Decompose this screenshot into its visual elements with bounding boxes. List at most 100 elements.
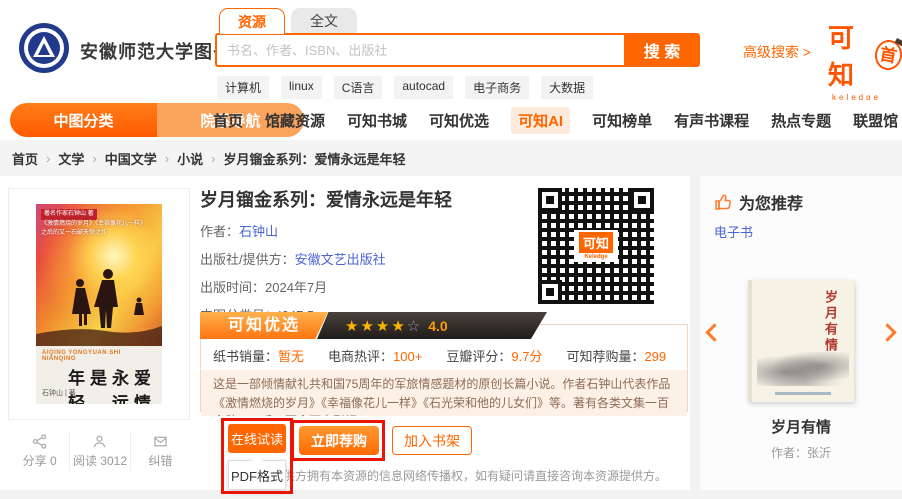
cover-seal-art	[775, 392, 831, 395]
nav-item-collection[interactable]: 馆藏资源	[265, 110, 325, 131]
qr-code: 可知 Keledge	[532, 182, 660, 310]
nav-item-bookstore[interactable]: 可知书城	[347, 110, 407, 131]
nav-item-ranking[interactable]: 可知榜单	[592, 110, 652, 131]
search-block: 资源 全文 搜 索 计算机 linux C语言 autocad 电子商务 大数据	[215, 8, 700, 99]
book-cover-card: 著名作家石钟山 著 《激情燃烧的岁月》《幸福像花儿一样》 之后的又一石破天惊之作…	[8, 188, 190, 420]
copyright-disclaimer: 供方拥有本资源的信息网络传播权，如有疑问请直接咨询本资源提供方。	[283, 467, 683, 484]
recommend-button[interactable]: 立即荐购	[299, 426, 379, 455]
hot-keyword[interactable]: 计算机	[217, 76, 269, 99]
nav-category-button[interactable]: 中图分类	[10, 103, 157, 137]
breadcrumb-literature[interactable]: 文学	[58, 149, 84, 168]
breadcrumb-novel[interactable]: 小说	[177, 149, 203, 168]
cover-tagline: 著名作家石钟山 著 《激情燃烧的岁月》《幸福像花儿一样》 之后的又一石破天惊之作	[41, 209, 157, 238]
stars-filled-icon: ★★★★	[345, 317, 407, 335]
read-online-button[interactable]: 在线试读	[228, 424, 286, 453]
hot-keyword[interactable]: C语言	[334, 76, 383, 99]
book-cover-image[interactable]: 著名作家石钟山 著 《激情燃烧的岁月》《幸福像花儿一样》 之后的又一石破天惊之作…	[36, 204, 162, 404]
nav-item-audiobook[interactable]: 有声书课程	[674, 110, 749, 131]
reader-icon	[92, 434, 107, 449]
error-report-button[interactable]: 纠错	[131, 432, 190, 471]
nav-item-preferred[interactable]: 可知优选	[429, 110, 489, 131]
carousel-next-icon[interactable]	[878, 323, 896, 341]
preferred-banner-label: 可知优选	[200, 312, 328, 339]
stat-label: 豆瓣评分：	[446, 349, 511, 364]
cover-title-line1: 年是永爱	[42, 364, 156, 389]
pubdate-label: 出版时间：	[200, 280, 265, 295]
hot-keyword[interactable]: autocad	[394, 76, 453, 99]
nav-item-home[interactable]: 首页	[213, 110, 243, 131]
publisher-label: 出版社/提供方：	[200, 252, 295, 267]
search-input[interactable]	[215, 33, 624, 67]
add-to-shelf-button[interactable]: 加入书架	[392, 426, 472, 455]
correct-label: 纠错	[148, 452, 172, 469]
breadcrumb-separator: ›	[165, 151, 169, 166]
recommended-cover-title: 岁月有情	[821, 290, 840, 354]
qr-pattern: 可知 Keledge	[538, 188, 654, 304]
nav-items: 首页 馆藏资源 可知书城 可知优选 可知AI 可知榜单 有声书课程 热点专题 联…	[213, 100, 902, 140]
author-label: 作者：	[200, 224, 239, 239]
reads-label: 阅读 3012	[73, 452, 127, 469]
stats-row: 纸书销量：暂无 电商热评：100+ 豆瓣评分：9.7分 可知荐购量：299	[201, 342, 687, 370]
recommend-sidebar: 为您推荐 电子书 岁月有情 岁月有情 作者：张沂	[700, 176, 902, 490]
cover-title-band: AIQING YONGYUAN SHI NIANQING 年是永爱 轻 远情 石…	[36, 346, 162, 404]
header: 安徽师范大学图书馆 资源 全文 搜 索 计算机 linux C语言 autoca…	[0, 0, 902, 100]
search-button[interactable]: 搜 索	[624, 33, 700, 67]
tab-resource[interactable]: 资源	[219, 8, 285, 34]
qr-finder-icon	[630, 188, 654, 212]
cover-silhouette-art	[36, 258, 162, 348]
reads-counter: 阅读 3012	[70, 432, 130, 471]
breadcrumb-current: 岁月镏金系列：爱情永远是年轻	[223, 149, 405, 168]
breadcrumb-separator: ›	[46, 151, 50, 166]
mail-icon	[153, 434, 168, 449]
breadcrumb-separator: ›	[92, 151, 96, 166]
star-rating: ★★★★ ☆ 4.0	[317, 312, 547, 339]
pubdate-value: 2024年7月	[265, 280, 327, 295]
recommended-book-author: 作者：张沂	[700, 444, 902, 461]
keledge-logo[interactable]: 可知 首 keledge	[828, 18, 902, 102]
nav-item-ai[interactable]: 可知AI	[511, 107, 570, 134]
cover-pinyin: AIQING YONGYUAN SHI NIANQING	[42, 350, 156, 362]
qr-finder-icon	[538, 280, 562, 304]
hot-keywords: 计算机 linux C语言 autocad 电子商务 大数据	[217, 76, 700, 99]
rating-score: 4.0	[428, 318, 447, 334]
brand-cap-icon: 首	[873, 38, 902, 72]
cover-landscape-art	[757, 352, 849, 386]
breadcrumb-home[interactable]: 首页	[12, 149, 38, 168]
stat-value: 9.7分	[511, 349, 542, 364]
hot-keyword[interactable]: 电子商务	[465, 76, 529, 99]
recommended-book-title[interactable]: 岁月有情	[700, 416, 902, 437]
author-link[interactable]: 石钟山	[239, 224, 278, 239]
thumbs-up-icon	[714, 193, 732, 211]
sidebar-title: 为您推荐	[714, 190, 803, 214]
recommended-book-cover[interactable]: 岁月有情	[748, 280, 854, 402]
book-description: 这是一部倾情献礼共和国75周年的军旅情感题材的原创长篇小说。作者石钟山代表作品《…	[201, 370, 687, 416]
stat-label: 纸书销量：	[213, 349, 278, 364]
stat-value: 暂无	[278, 349, 304, 364]
share-button[interactable]: 分享 0	[10, 432, 70, 471]
hot-keyword[interactable]: linux	[281, 76, 322, 99]
share-label: 分享 0	[23, 452, 57, 469]
hot-keyword[interactable]: 大数据	[541, 76, 593, 99]
nav-item-alliance[interactable]: 联盟馆	[853, 110, 898, 131]
nav-item-topics[interactable]: 热点专题	[771, 110, 831, 131]
qr-center-logo: 可知 Keledge	[574, 230, 618, 262]
stat-label: 电商热评：	[328, 349, 393, 364]
tab-fulltext[interactable]: 全文	[291, 8, 357, 34]
publisher-link[interactable]: 安徽文艺出版社	[295, 252, 386, 267]
share-icon	[32, 434, 47, 449]
sidebar-ebook-link[interactable]: 电子书	[714, 222, 753, 241]
cover-author: 石钟山 | 著	[42, 388, 76, 398]
breadcrumb-chinese-literature[interactable]: 中国文学	[105, 149, 157, 168]
advanced-search-link[interactable]: 高级搜索 >	[743, 42, 811, 62]
pdf-format-option[interactable]: PDF格式	[228, 460, 286, 490]
stat-value: 299	[644, 349, 666, 364]
rating-box: 可知优选 ★★★★ ☆ 4.0 纸书销量：暂无 电商热评：100+ 豆瓣评分：9…	[200, 324, 688, 412]
search-tabs: 资源 全文	[219, 8, 700, 34]
breadcrumb-separator: ›	[211, 151, 215, 166]
preferred-banner: 可知优选 ★★★★ ☆ 4.0	[200, 312, 547, 339]
carousel-prev-icon[interactable]	[705, 323, 723, 341]
navbar: 中图分类 院系导航 首页 馆藏资源 可知书城 可知优选 可知AI 可知榜单 有声…	[0, 100, 902, 140]
stat-value: 100+	[393, 349, 422, 364]
share-row: 分享 0 阅读 3012 纠错	[10, 432, 190, 471]
star-empty-icon: ☆	[407, 317, 420, 335]
